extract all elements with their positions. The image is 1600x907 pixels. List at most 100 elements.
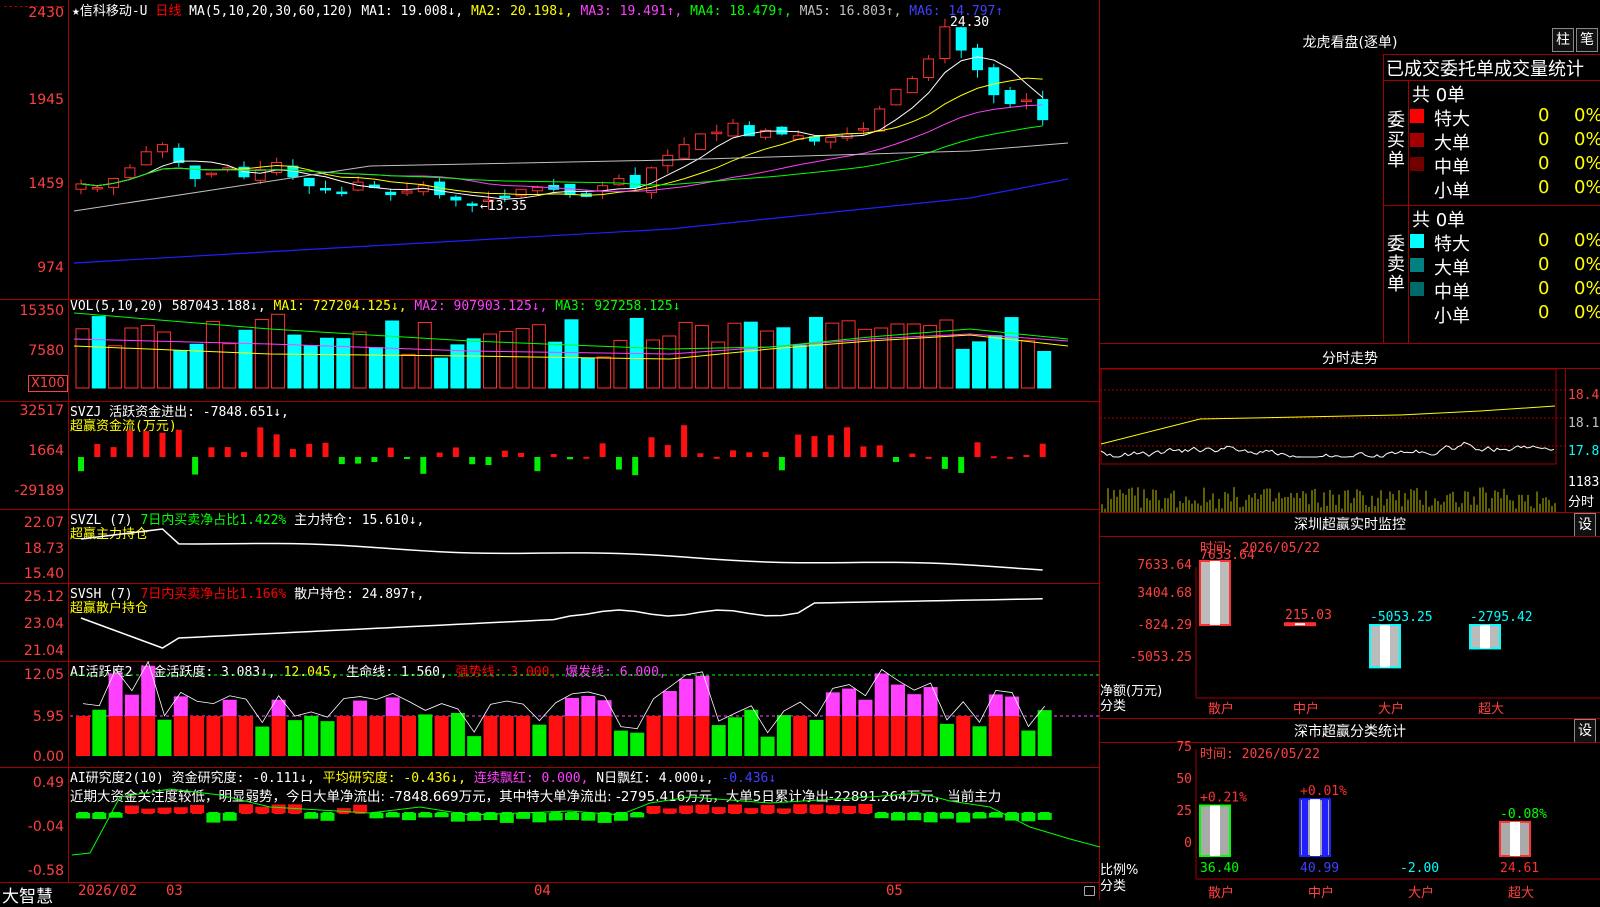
- sz-monitor-panel[interactable]: 深圳超赢实时监控 设 时间: 2026/05/22 7633.64 3404.68…: [1100, 513, 1600, 719]
- fund-flow-bar: [208, 447, 215, 457]
- sz-classify-panel[interactable]: 深市超赢分类统计 设 时间: 2026/05/22 75 50 25 0 +0.21% 3…: [1100, 719, 1600, 900]
- intraday-panel[interactable]: 分时走势 18.42 18.12 17.82 11831 分时: [1100, 344, 1600, 513]
- activity-bar: [923, 716, 938, 756]
- candle: [825, 137, 837, 143]
- activity-bar: [108, 716, 123, 756]
- vol-y-label: 15350: [19, 303, 64, 319]
- activity-bar: [532, 724, 547, 756]
- svzl-y-label: 22.07: [23, 515, 64, 531]
- fund-flow-bar: [371, 457, 378, 463]
- dragon-tiger-subtitle: 已成交委托单成交量统计: [1386, 59, 1584, 80]
- candle: [694, 133, 706, 151]
- activity-bar: [336, 716, 351, 756]
- order-size-label: 中单: [1434, 282, 1470, 303]
- fund-flow-bar: [941, 457, 948, 469]
- order-size-label: 大单: [1434, 133, 1470, 154]
- volume-bar: [466, 338, 481, 389]
- dragon-tiger-panel[interactable]: 龙虎看盘(逐单) 柱 笔 已成交委托单成交量统计 委买单 委卖单 共 0单 特大…: [1100, 0, 1600, 344]
- candle: [972, 47, 983, 71]
- sz-monitor-axis-sub: 分类: [1100, 699, 1127, 714]
- flow-value: -5053.25: [1370, 610, 1433, 625]
- order-size-row: 特大 0 0%: [1384, 230, 1600, 255]
- fund-flow-bar: [404, 457, 410, 459]
- ma-line: [80, 56, 1044, 200]
- activity-bar: [222, 699, 237, 716]
- activity-bar: [874, 673, 889, 716]
- candle: [499, 195, 511, 199]
- svzl-panel[interactable]: 22.07 18.73 15.40 SVZL (7) 7日内买卖净占比1.422…: [0, 509, 1100, 584]
- candle: [890, 88, 902, 106]
- research-bar: [1021, 813, 1036, 822]
- volume-bar: [1037, 350, 1052, 389]
- ai-research-chart-svg: [71, 788, 1100, 856]
- activity-bar: [907, 716, 922, 756]
- price-panel[interactable]: 2430 1945 1459 974 ★信科移动-U 日线 MA(5,10,20…: [0, 0, 1100, 300]
- kline-chart-area[interactable]: 2430 1945 1459 974 ★信科移动-U 日线 MA(5,10,20…: [0, 0, 1100, 907]
- volume-bar: [515, 328, 530, 389]
- date-label: 05: [886, 883, 903, 899]
- flow-value: 7633.64: [1200, 548, 1255, 563]
- candle: [678, 144, 690, 159]
- order-count: 0: [1538, 153, 1550, 174]
- activity-bar: [695, 675, 710, 716]
- activity-bar: [760, 736, 775, 756]
- candle: [1037, 99, 1049, 121]
- color-swatch: [1410, 282, 1424, 296]
- dragon-tiger-title: 龙虎看盘(逐单): [1302, 35, 1398, 51]
- activity-bar: [907, 694, 922, 716]
- price-y-label: 974: [37, 260, 64, 276]
- color-swatch: [1410, 234, 1424, 248]
- order-size-row: 中单 0 0%: [1384, 278, 1600, 303]
- order-percent: 0%: [1574, 254, 1600, 275]
- fund-flow-bar: [958, 457, 965, 473]
- volume-bar: [271, 313, 286, 389]
- svzj-panel[interactable]: 32517 1664 -29189 SVZJ 活跃资金进出: -7848.651…: [0, 401, 1100, 510]
- price-y-label: 1945: [28, 92, 64, 108]
- candle: [385, 191, 397, 196]
- candle: [955, 27, 967, 51]
- volume-bar: [597, 356, 612, 389]
- ratio-bar-highlight: [1210, 805, 1220, 856]
- volume-bar: [238, 329, 253, 389]
- ai-active-panel[interactable]: 12.05 5.95 0.00 AI活跃度2 资金活跃度: 3.083↓, 12…: [0, 661, 1100, 768]
- candle: [254, 169, 266, 181]
- tick-view-button[interactable]: 笔: [1576, 28, 1598, 52]
- flow-bar-highlight: [1380, 625, 1390, 668]
- research-bar: [809, 804, 824, 813]
- svsh-panel[interactable]: 25.12 23.04 21.04 SVSH (7) 7日内买卖净占比1.166…: [0, 583, 1100, 662]
- fund-flow-bar: [469, 457, 476, 465]
- order-percent: 0%: [1574, 105, 1600, 126]
- lock-icon[interactable]: [1084, 886, 1095, 896]
- ai-research-panel[interactable]: 0.49 -0.04 -0.58 AI研究度2(10) 资金研究度: -0.11…: [0, 767, 1100, 882]
- research-bar: [695, 804, 710, 813]
- fund-flow-bar: [990, 456, 997, 459]
- column-view-button[interactable]: 柱: [1552, 28, 1574, 52]
- order-size-label: 特大: [1434, 234, 1470, 255]
- fund-flow-bar: [338, 457, 345, 465]
- category-label: 超大: [1478, 702, 1504, 717]
- volume-bar: [352, 331, 367, 389]
- activity-bar: [467, 736, 482, 756]
- avg-price-line: [1100, 405, 1556, 445]
- candle: [1020, 99, 1032, 103]
- volume-bar: [108, 345, 123, 389]
- activity-bar: [92, 709, 107, 756]
- ratio-change: -0.08%: [1500, 807, 1547, 822]
- volume-bar: [548, 341, 563, 389]
- classify-y-label: 75: [1176, 740, 1192, 755]
- candle: [173, 147, 185, 163]
- activity-bar: [793, 716, 808, 756]
- fund-flow-bar: [697, 453, 704, 457]
- activity-bar: [1005, 716, 1020, 756]
- color-swatch: [1410, 258, 1424, 272]
- volume-panel[interactable]: 15350 7580 X100 VOL(5,10,20) 587043.188↓…: [0, 299, 1100, 402]
- order-percent: 0%: [1574, 230, 1600, 251]
- fund-flow-bar: [615, 457, 622, 470]
- buy-total: 共 0单: [1412, 85, 1466, 106]
- activity-bar: [206, 716, 221, 756]
- candle: [450, 196, 462, 201]
- activity-bar: [402, 716, 416, 756]
- fund-flow-bar: [762, 452, 769, 457]
- research-bar: [565, 813, 579, 820]
- category-label: 大户: [1378, 701, 1404, 717]
